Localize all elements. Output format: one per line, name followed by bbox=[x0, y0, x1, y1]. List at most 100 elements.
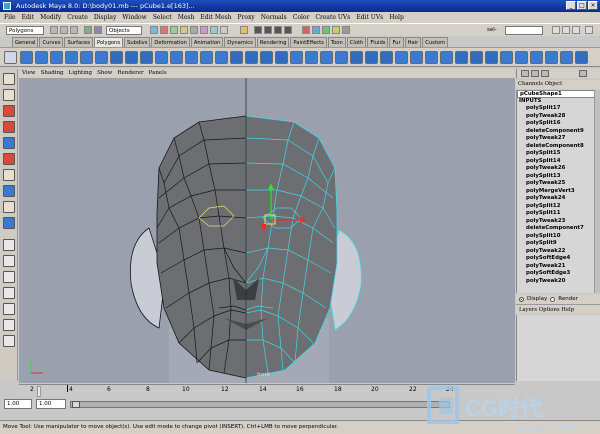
menu-mesh[interactable]: Mesh bbox=[178, 12, 195, 23]
collapse-icon[interactable] bbox=[365, 51, 378, 64]
outliner-layout-icon[interactable] bbox=[3, 319, 15, 331]
extract-icon[interactable] bbox=[155, 51, 168, 64]
close-button[interactable]: × bbox=[588, 1, 598, 10]
menu-proxy[interactable]: Proxy bbox=[237, 12, 254, 23]
soft-mod-tool-icon[interactable] bbox=[3, 185, 15, 197]
input-node-item[interactable]: polySplit16 bbox=[517, 120, 600, 128]
menu-help[interactable]: Help bbox=[389, 12, 404, 23]
render-icon[interactable] bbox=[322, 26, 330, 34]
input-node-item[interactable]: deleteComponent9 bbox=[517, 128, 600, 136]
display-layer-radio[interactable] bbox=[519, 296, 524, 302]
triangulate-icon[interactable] bbox=[545, 51, 558, 64]
menu-edit[interactable]: Edit bbox=[22, 12, 35, 23]
cylindrical-mapping-icon[interactable] bbox=[410, 51, 423, 64]
input-node-item[interactable]: polyTweak23 bbox=[517, 218, 600, 226]
channel-options-icon[interactable] bbox=[579, 70, 587, 77]
planar-mapping-icon[interactable] bbox=[395, 51, 408, 64]
show-manipulator-icon[interactable] bbox=[3, 201, 15, 213]
menu-modify[interactable]: Modify bbox=[40, 12, 61, 23]
tab-cloth[interactable]: Cloth bbox=[346, 37, 367, 47]
channel-box-toggle-icon[interactable] bbox=[521, 70, 529, 77]
shape-node-item[interactable]: pCubeShape1 bbox=[517, 90, 600, 98]
select-by-dynamic-icon[interactable] bbox=[200, 26, 208, 34]
layer-editor-menu[interactable]: Layers Options Help bbox=[516, 304, 600, 314]
start-time-field[interactable]: 1.00 bbox=[4, 399, 32, 409]
input-node-item[interactable]: polySplit17 bbox=[517, 105, 600, 113]
layout-toggle-icon[interactable] bbox=[585, 26, 593, 34]
combine-icon[interactable] bbox=[125, 51, 138, 64]
select-by-surface-icon[interactable] bbox=[180, 26, 188, 34]
snap-plane-icon[interactable] bbox=[284, 26, 292, 34]
poly-torus-icon[interactable] bbox=[95, 51, 108, 64]
boolean-union-icon[interactable] bbox=[200, 51, 213, 64]
uv-editor-icon[interactable] bbox=[455, 51, 468, 64]
select-by-deform-icon[interactable] bbox=[190, 26, 198, 34]
reverse-normals-icon[interactable] bbox=[500, 51, 513, 64]
menu-display[interactable]: Display bbox=[94, 12, 117, 23]
menu-color[interactable]: Color bbox=[293, 12, 310, 23]
tab-fluids[interactable]: Fluids bbox=[367, 37, 389, 47]
poly-pipe-icon[interactable] bbox=[110, 51, 123, 64]
snap-point-icon[interactable] bbox=[274, 26, 282, 34]
lock-selection-icon[interactable] bbox=[240, 26, 248, 34]
tab-surfaces[interactable]: Surfaces bbox=[64, 37, 93, 47]
tab-polygons[interactable]: Polygons bbox=[93, 37, 124, 47]
current-frame-marker[interactable] bbox=[37, 386, 41, 397]
tab-toon[interactable]: Toon bbox=[327, 37, 346, 47]
input-node-item[interactable]: polySplit9 bbox=[517, 240, 600, 248]
tab-deformation[interactable]: Deformation bbox=[151, 37, 190, 47]
input-node-item[interactable]: polyTweak24 bbox=[517, 195, 600, 203]
input-node-item[interactable]: deleteComponent8 bbox=[517, 143, 600, 151]
input-node-item[interactable]: deleteComponent7 bbox=[517, 225, 600, 233]
menu-create-uvs[interactable]: Create UVs bbox=[315, 12, 350, 23]
panel-menu-shading[interactable]: Shading bbox=[41, 69, 64, 78]
attribute-editor-toggle-icon[interactable] bbox=[531, 70, 539, 77]
panel-menu-show[interactable]: Show bbox=[97, 69, 112, 78]
select-by-render-icon[interactable] bbox=[210, 26, 218, 34]
perspective-outliner-layout-icon[interactable] bbox=[3, 271, 15, 283]
object-mode-icon[interactable] bbox=[94, 26, 102, 34]
channel-box-menu[interactable]: Channels Object bbox=[516, 80, 600, 89]
panel-menu-renderer[interactable]: Renderer bbox=[117, 69, 143, 78]
ipr-render-icon[interactable] bbox=[332, 26, 340, 34]
extrude-icon[interactable] bbox=[230, 51, 243, 64]
tab-rendering[interactable]: Rendering bbox=[256, 37, 290, 47]
panel-menu-panels[interactable]: Panels bbox=[149, 69, 167, 78]
select-by-handle-icon[interactable] bbox=[150, 26, 158, 34]
input-node-item[interactable]: polyTweak20 bbox=[517, 278, 600, 286]
render-layer-radio[interactable] bbox=[550, 296, 556, 302]
select-tool-icon[interactable] bbox=[3, 73, 15, 85]
select-by-joint-icon[interactable] bbox=[160, 26, 168, 34]
input-node-item[interactable]: polyTweak26 bbox=[517, 165, 600, 173]
cleanup-icon[interactable] bbox=[530, 51, 543, 64]
tab-custom[interactable]: Custom bbox=[422, 37, 449, 47]
input-node-item[interactable]: polyTweak25 bbox=[517, 180, 600, 188]
manipulator-tool-icon[interactable] bbox=[3, 169, 15, 181]
select-by-misc-icon[interactable] bbox=[220, 26, 228, 34]
input-node-item[interactable]: polySplit10 bbox=[517, 233, 600, 241]
front-viewport[interactable]: front bbox=[19, 78, 515, 383]
input-node-item[interactable]: polyTweak22 bbox=[517, 248, 600, 256]
smooth-icon[interactable] bbox=[170, 51, 183, 64]
sculpt-geometry-icon[interactable] bbox=[575, 51, 588, 64]
automatic-mapping-icon[interactable] bbox=[440, 51, 453, 64]
delete-edge-icon[interactable] bbox=[380, 51, 393, 64]
input-node-item[interactable]: polyMergeVert3 bbox=[517, 188, 600, 196]
poly-cylinder-icon[interactable] bbox=[50, 51, 63, 64]
show-tool-settings-icon[interactable] bbox=[562, 26, 570, 34]
new-scene-icon[interactable] bbox=[50, 26, 58, 34]
select-by-curve-icon[interactable] bbox=[170, 26, 178, 34]
render-view-icon[interactable] bbox=[312, 26, 320, 34]
snap-curve-icon[interactable] bbox=[264, 26, 272, 34]
history-icon[interactable] bbox=[302, 26, 310, 34]
maximize-button[interactable]: □ bbox=[577, 1, 587, 10]
shelf-menu-icon[interactable] bbox=[4, 51, 17, 64]
move-tool-icon[interactable] bbox=[3, 121, 15, 133]
tab-painteffects[interactable]: PaintEffects bbox=[290, 37, 327, 47]
menu-set-dropdown[interactable]: Polygons bbox=[6, 26, 44, 35]
scale-tool-icon[interactable] bbox=[3, 153, 15, 165]
harden-edge-icon[interactable] bbox=[485, 51, 498, 64]
save-scene-icon[interactable] bbox=[70, 26, 78, 34]
boolean-difference-icon[interactable] bbox=[215, 51, 228, 64]
tab-fur[interactable]: Fur bbox=[389, 37, 404, 47]
